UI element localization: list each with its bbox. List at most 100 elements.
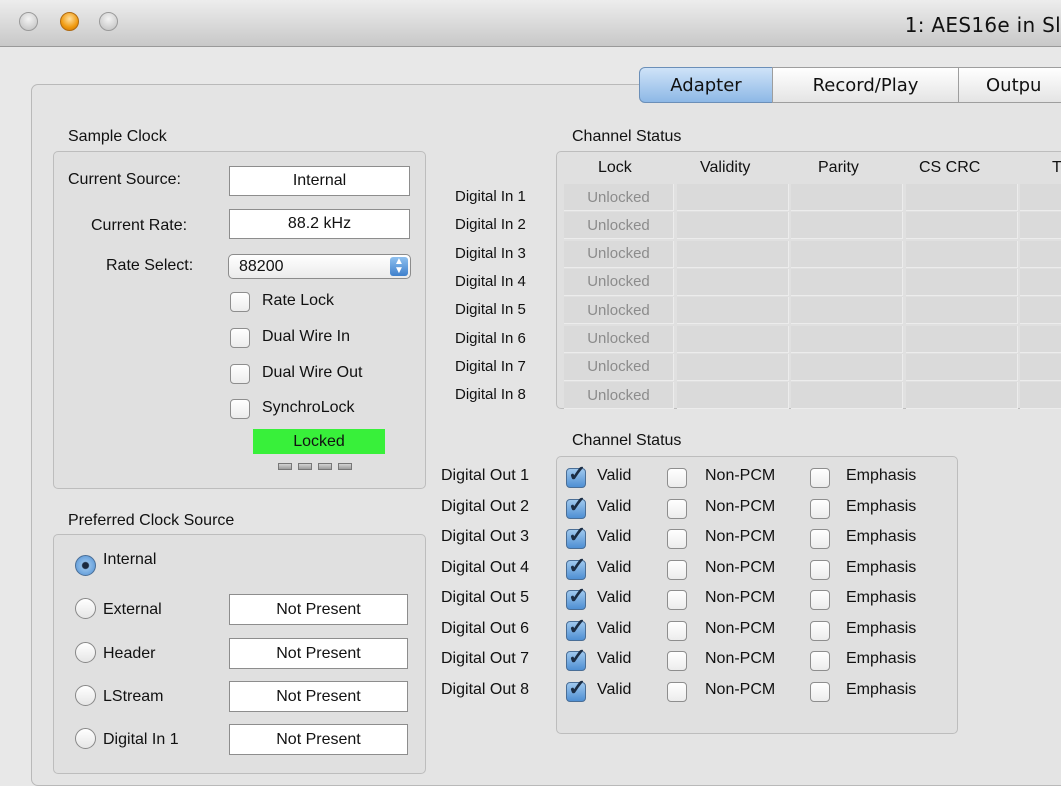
radio-label-external: External <box>103 601 162 618</box>
dual-wire-in-checkbox[interactable] <box>230 328 250 348</box>
dual-wire-out-checkbox[interactable] <box>230 364 250 384</box>
non-pcm-checkbox[interactable] <box>667 529 687 549</box>
clock-status-field: Not Present <box>229 724 408 755</box>
zoom-window-icon[interactable] <box>99 12 118 31</box>
led-indicator-icon <box>298 463 312 470</box>
rate-lock-label: Rate Lock <box>262 292 335 309</box>
led-indicator-icon <box>338 463 352 470</box>
non-pcm-checkbox[interactable] <box>667 468 687 488</box>
non-pcm-label: Non-PCM <box>705 497 776 515</box>
title-bar[interactable]: 1: AES16e in Sl <box>0 0 1061 47</box>
row-label: Digital In 5 <box>455 301 526 319</box>
status-cell <box>1020 382 1061 410</box>
status-cell <box>906 184 1018 211</box>
status-cell <box>1020 268 1061 296</box>
non-pcm-checkbox[interactable] <box>667 651 687 671</box>
current-source-field: Internal <box>229 166 410 196</box>
lock-status-cell: Unlocked <box>564 212 674 240</box>
emphasis-checkbox[interactable] <box>810 498 830 519</box>
row-label: Digital In 3 <box>455 244 526 262</box>
emphasis-checkbox[interactable] <box>810 620 830 641</box>
valid-checkbox[interactable] <box>566 647 586 671</box>
current-rate-field: 88.2 kHz <box>229 209 410 239</box>
lock-status-cell: Unlocked <box>564 268 674 296</box>
column-header: Lock <box>598 159 632 176</box>
status-cell <box>906 325 1018 353</box>
emphasis-checkbox[interactable] <box>810 651 830 671</box>
row-label: Digital In 1 <box>455 188 526 205</box>
valid-checkbox[interactable] <box>566 617 586 641</box>
radio-header[interactable] <box>75 642 96 663</box>
valid-checkbox[interactable] <box>566 525 586 549</box>
channel-status-out-title: Channel Status <box>572 432 682 449</box>
valid-label: Valid <box>597 558 632 576</box>
non-pcm-label: Non-PCM <box>705 467 776 484</box>
valid-label: Valid <box>597 680 632 698</box>
led-indicator-icon <box>318 463 332 470</box>
non-pcm-label: Non-PCM <box>705 589 776 606</box>
radio-lstream[interactable] <box>75 685 96 706</box>
emphasis-checkbox[interactable] <box>810 681 830 702</box>
emphasis-label: Emphasis <box>846 650 917 667</box>
tab-adapter[interactable]: Adapter <box>639 67 773 103</box>
non-pcm-checkbox[interactable] <box>667 498 687 519</box>
valid-label: Valid <box>597 528 632 545</box>
valid-label: Valid <box>597 650 632 667</box>
status-cell <box>906 297 1018 325</box>
emphasis-checkbox[interactable] <box>810 590 830 610</box>
row-label: Digital In 4 <box>455 272 526 290</box>
rate-select-dropdown[interactable]: 88200 ▲ ▼ <box>228 254 411 279</box>
lock-status-cell: Unlocked <box>564 382 674 410</box>
status-cell <box>791 325 903 353</box>
emphasis-label: Emphasis <box>846 619 917 637</box>
non-pcm-checkbox[interactable] <box>667 559 687 580</box>
rate-lock-checkbox[interactable] <box>230 292 250 312</box>
valid-checkbox[interactable] <box>566 464 586 488</box>
led-indicator-icon <box>278 463 292 470</box>
radio-external[interactable] <box>75 598 96 619</box>
status-cell <box>791 212 903 240</box>
radio-label-internal: Internal <box>103 551 157 568</box>
radio-internal[interactable] <box>75 555 96 576</box>
dual-wire-in-label: Dual Wire In <box>262 328 351 345</box>
non-pcm-checkbox[interactable] <box>667 620 687 641</box>
non-pcm-checkbox[interactable] <box>667 590 687 610</box>
lock-status-cell: Unlocked <box>564 325 674 353</box>
rate-select-label: Rate Select: <box>106 257 194 274</box>
lock-status-indicator: Locked <box>253 429 385 454</box>
minimize-window-icon[interactable] <box>60 12 79 31</box>
valid-checkbox[interactable] <box>566 495 586 519</box>
row-label: Digital Out 5 <box>441 589 530 606</box>
column-header: CS CRC <box>919 159 981 176</box>
status-cell <box>791 297 903 325</box>
emphasis-checkbox[interactable] <box>810 559 830 580</box>
status-cell <box>1020 297 1061 325</box>
emphasis-checkbox[interactable] <box>810 529 830 549</box>
emphasis-label: Emphasis <box>846 528 917 545</box>
valid-checkbox[interactable] <box>566 586 586 610</box>
status-cell <box>1020 212 1061 240</box>
sample-clock-title: Sample Clock <box>68 128 167 145</box>
tab-record-play[interactable]: Record/Play <box>772 67 959 103</box>
status-cell <box>791 268 903 296</box>
row-label: Digital In 2 <box>455 216 526 234</box>
radio-digital-in-1[interactable] <box>75 728 96 749</box>
window-title: 1: AES16e in Sl <box>904 13 1061 37</box>
non-pcm-checkbox[interactable] <box>667 681 687 702</box>
emphasis-checkbox[interactable] <box>810 468 830 488</box>
valid-label: Valid <box>597 619 632 637</box>
tab-output[interactable]: Outpu <box>958 67 1061 103</box>
valid-label: Valid <box>597 467 632 484</box>
valid-checkbox[interactable] <box>566 556 586 580</box>
row-label: Digital Out 8 <box>441 680 530 698</box>
emphasis-label: Emphasis <box>846 558 917 576</box>
synchrolock-label: SynchroLock <box>262 399 355 416</box>
status-cell <box>906 268 1018 296</box>
synchrolock-checkbox[interactable] <box>230 399 250 419</box>
close-window-icon[interactable] <box>19 12 38 31</box>
status-cell <box>677 325 789 353</box>
emphasis-label: Emphasis <box>846 497 917 515</box>
status-cell <box>677 297 789 325</box>
current-rate-label: Current Rate: <box>91 217 188 234</box>
valid-checkbox[interactable] <box>566 678 586 702</box>
